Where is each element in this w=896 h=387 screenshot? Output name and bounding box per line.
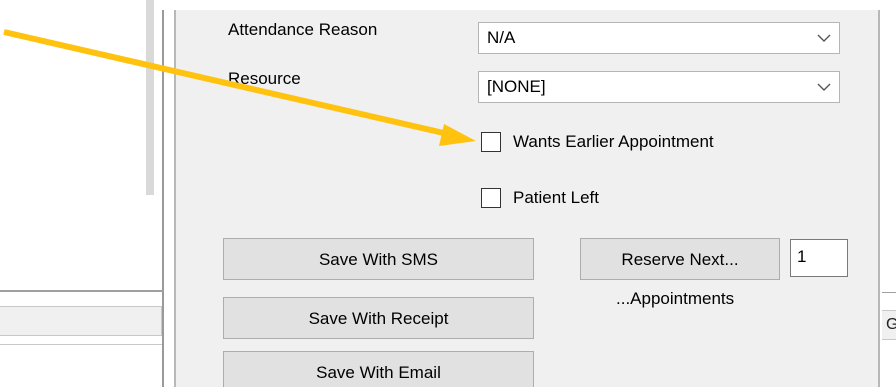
chevron-down-icon bbox=[817, 83, 831, 91]
resource-value: [NONE] bbox=[487, 77, 546, 96]
patient-left-checkbox[interactable] bbox=[481, 188, 501, 208]
save-with-receipt-button[interactable]: Save With Receipt bbox=[223, 297, 534, 339]
attendance-reason-dropdown[interactable]: N/A bbox=[478, 22, 840, 54]
appointments-label: ...Appointments bbox=[616, 289, 735, 308]
attendance-reason-label: Attendance Reason bbox=[228, 20, 378, 39]
wants-earlier-appointment-option[interactable]: Wants Earlier Appointment bbox=[481, 132, 714, 152]
appointment-dialog: Attendance Reason N/A Resource [NONE] Wa… bbox=[174, 10, 880, 387]
background-field bbox=[0, 306, 162, 336]
patient-left-option[interactable]: Patient Left bbox=[481, 188, 599, 208]
save-with-email-button[interactable]: Save With Email bbox=[223, 351, 534, 387]
reserve-count-input[interactable]: 1 bbox=[790, 239, 848, 277]
background-divider bbox=[0, 290, 164, 292]
wants-earlier-appointment-label[interactable]: Wants Earlier Appointment bbox=[513, 132, 714, 152]
resource-dropdown[interactable]: [NONE] bbox=[478, 71, 840, 103]
save-with-sms-button[interactable]: Save With SMS bbox=[223, 238, 534, 280]
background-divider-right bbox=[882, 292, 896, 293]
background-fragment-text: G bbox=[882, 310, 896, 340]
reserve-next-button[interactable]: Reserve Next... bbox=[580, 238, 780, 280]
attendance-reason-value: N/A bbox=[487, 28, 516, 47]
background-scrollbar[interactable] bbox=[146, 0, 154, 195]
patient-left-label[interactable]: Patient Left bbox=[513, 188, 599, 208]
background-field-lower bbox=[0, 344, 162, 387]
background-window-edge bbox=[162, 10, 164, 387]
wants-earlier-appointment-checkbox[interactable] bbox=[481, 132, 501, 152]
screenshot-stage: G Attendance Reason N/A Resource [NONE] … bbox=[0, 0, 896, 387]
chevron-down-icon bbox=[817, 34, 831, 42]
resource-label: Resource bbox=[228, 69, 301, 88]
